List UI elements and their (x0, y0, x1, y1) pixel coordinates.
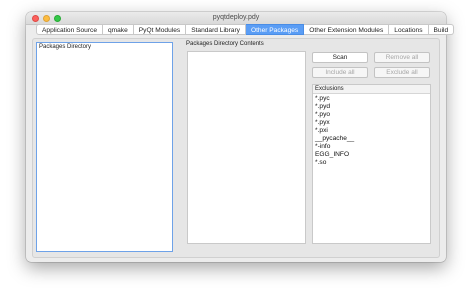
packages-directory-view[interactable]: Packages Directory (36, 42, 173, 252)
packages-contents-label: Packages Directory Contents (186, 41, 264, 47)
list-item[interactable]: *.pyo (315, 111, 428, 119)
list-item[interactable]: *.pxi (315, 127, 428, 135)
list-item[interactable]: *-info (315, 143, 428, 151)
exclusions-header[interactable]: Exclusions (313, 85, 430, 94)
list-item[interactable]: *.pyd (315, 103, 428, 111)
scan-button[interactable]: Scan (312, 52, 368, 63)
window-title: pyqtdeploy.pdy (212, 14, 260, 21)
tab-application-source[interactable]: Application Source (36, 24, 103, 35)
list-item[interactable]: *.so (315, 159, 428, 167)
list-item[interactable]: *.pyx (315, 119, 428, 127)
packages-contents-view[interactable] (187, 51, 306, 244)
tab-qmake[interactable]: qmake (102, 24, 134, 35)
tab-locations[interactable]: Locations (389, 24, 429, 35)
list-item[interactable]: __pycache__ (315, 135, 428, 143)
tab-other-extension-modules[interactable]: Other Extension Modules (304, 24, 390, 35)
tab-pyqt-modules[interactable]: PyQt Modules (133, 24, 187, 35)
list-item[interactable]: *.pyc (315, 95, 428, 103)
tab-standard-library[interactable]: Standard Library (186, 24, 246, 35)
exclusions-list-view[interactable]: Exclusions *.pyc *.pyd *.pyo *.pyx *.pxi… (312, 84, 431, 244)
exclude-all-button[interactable]: Exclude all (374, 67, 430, 78)
packages-directory-label: Packages Directory (39, 44, 92, 50)
remove-all-button[interactable]: Remove all (374, 52, 430, 63)
list-item[interactable]: EGG_INFO (315, 151, 428, 159)
exclusions-list: *.pyc *.pyd *.pyo *.pyx *.pxi __pycache_… (313, 94, 430, 168)
tab-bar: Application Source qmake PyQt Modules St… (36, 24, 455, 35)
tab-other-packages[interactable]: Other Packages (245, 24, 305, 35)
include-all-button[interactable]: Include all (312, 67, 368, 78)
tab-build[interactable]: Build (428, 24, 455, 35)
